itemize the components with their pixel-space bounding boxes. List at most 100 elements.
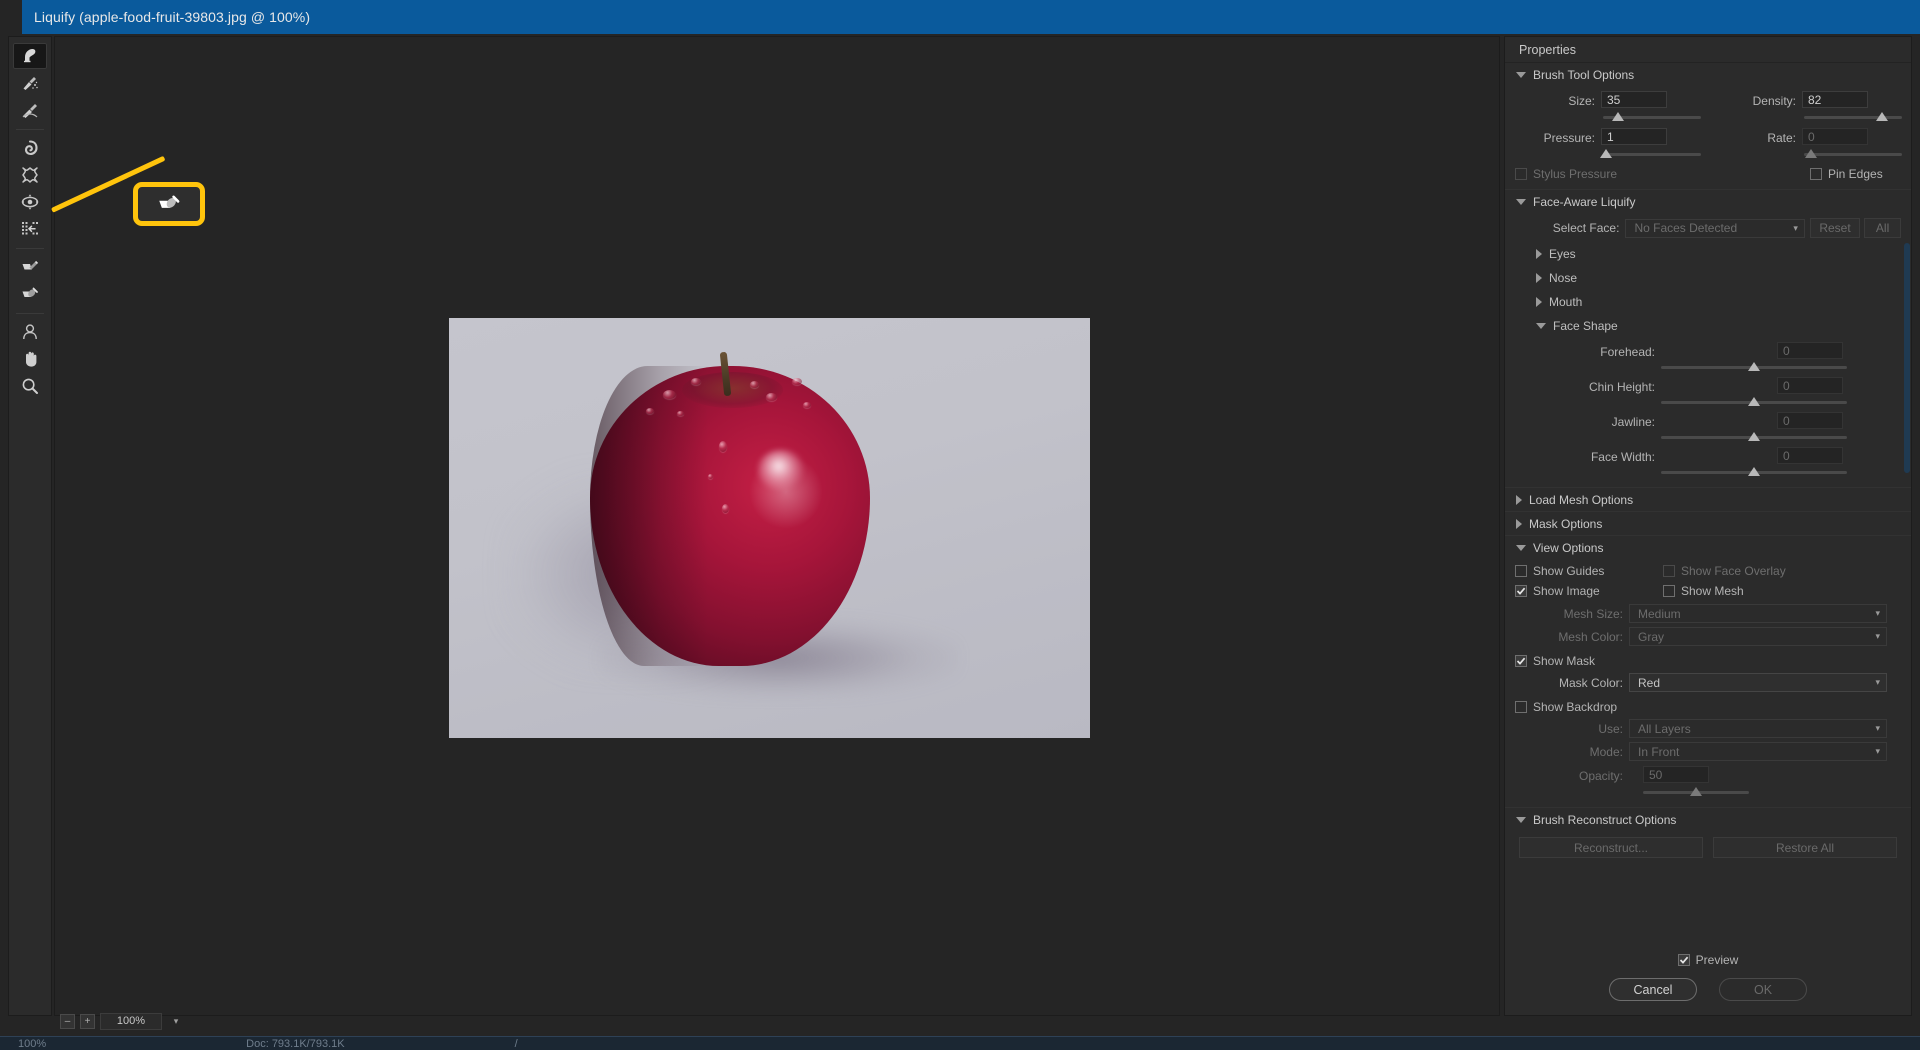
zoom-dropdown-chevron-icon[interactable]: ▾ <box>167 1013 185 1030</box>
show-image-label: Show Image <box>1533 584 1600 598</box>
density-slider[interactable] <box>1804 112 1902 122</box>
reconstruct-button[interactable]: Reconstruct... <box>1519 837 1703 858</box>
canvas-area[interactable] <box>54 36 1500 1016</box>
water-droplet <box>721 504 729 513</box>
mesh-size-dropdown[interactable]: Medium ▾ <box>1629 604 1887 623</box>
size-input[interactable]: 35 <box>1601 91 1667 108</box>
tool-thaw-mask[interactable] <box>13 281 47 307</box>
chin-height-slider[interactable] <box>1661 397 1847 407</box>
section-face-aware-liquify[interactable]: Face-Aware Liquify <box>1505 189 1911 213</box>
subsection-nose[interactable]: Nose <box>1515 268 1901 288</box>
stylus-pressure-label: Stylus Pressure <box>1533 167 1618 181</box>
image-preview[interactable] <box>449 318 1090 738</box>
preview-checkbox[interactable] <box>1677 954 1690 966</box>
show-image-checkbox[interactable] <box>1515 585 1527 597</box>
toolbar-separator <box>16 129 44 130</box>
show-mesh-checkbox[interactable] <box>1663 585 1675 597</box>
backdrop-opacity-slider[interactable] <box>1643 787 1749 797</box>
show-backdrop-checkbox[interactable] <box>1515 701 1527 713</box>
tool-zoom[interactable] <box>13 373 47 399</box>
tool-reconstruct[interactable] <box>13 70 47 96</box>
mask-color-dropdown[interactable]: Red ▾ <box>1629 673 1887 692</box>
section-load-mesh-options[interactable]: Load Mesh Options <box>1505 487 1911 511</box>
water-droplet <box>662 390 676 399</box>
tool-push-left[interactable] <box>13 216 47 242</box>
tool-bloat[interactable] <box>13 189 47 215</box>
reset-face-button[interactable]: Reset <box>1809 218 1861 238</box>
section-brush-tool-options[interactable]: Brush Tool Options <box>1505 63 1911 87</box>
mesh-size-value: Medium <box>1638 606 1681 621</box>
zoom-in-button[interactable]: + <box>80 1013 95 1029</box>
tool-freeze-mask[interactable] <box>13 254 47 280</box>
backdrop-mode-dropdown[interactable]: In Front ▾ <box>1629 742 1887 761</box>
face-width-input[interactable]: 0 <box>1777 447 1843 464</box>
tool-hand[interactable] <box>13 346 47 372</box>
status-bar: 100% Doc: 793.1K/793.1K / <box>0 1036 1920 1050</box>
cancel-button[interactable]: Cancel <box>1609 978 1697 1001</box>
forehead-input[interactable]: 0 <box>1777 342 1843 359</box>
section-title: Face-Aware Liquify <box>1533 194 1636 209</box>
tool-forward-warp[interactable] <box>13 43 47 69</box>
select-face-dropdown[interactable]: No Faces Detected ▾ <box>1625 218 1805 238</box>
show-guides-checkbox[interactable] <box>1515 565 1527 577</box>
jawline-slider[interactable] <box>1661 432 1847 442</box>
show-guides-label: Show Guides <box>1533 564 1605 578</box>
section-title: Brush Tool Options <box>1533 68 1635 82</box>
chevron-down-icon <box>1516 544 1526 551</box>
chevron-down-icon <box>1516 816 1526 823</box>
size-slider[interactable] <box>1603 112 1701 122</box>
subsection-mouth[interactable]: Mouth <box>1515 292 1901 312</box>
zoom-out-button[interactable]: – <box>60 1013 75 1029</box>
preview-label: Preview <box>1695 953 1739 967</box>
liquify-dialog: Liquify (apple-food-fruit-39803.jpg @ 10… <box>0 0 1920 1050</box>
section-mask-options[interactable]: Mask Options <box>1505 511 1911 535</box>
backdrop-use-dropdown[interactable]: All Layers ▾ <box>1629 719 1887 738</box>
size-label: Size: <box>1568 94 1595 108</box>
stylus-pressure-checkbox[interactable] <box>1515 168 1527 180</box>
apple-photo-subject <box>590 351 870 666</box>
rate-input[interactable]: 0 <box>1802 128 1868 145</box>
properties-scrollbar[interactable] <box>1904 243 1910 473</box>
subsection-eyes[interactable]: Eyes <box>1515 244 1901 264</box>
section-view-options[interactable]: View Options <box>1505 535 1911 559</box>
jawline-input[interactable]: 0 <box>1777 412 1843 429</box>
forehead-slider[interactable] <box>1661 362 1847 372</box>
title-bar-left-gutter <box>0 0 22 34</box>
tool-pucker[interactable] <box>13 162 47 188</box>
select-face-row: Select Face: No Faces Detected ▾ Reset A… <box>1515 218 1901 238</box>
face-width-slider[interactable] <box>1661 467 1847 477</box>
select-face-label: Select Face: <box>1552 221 1620 235</box>
ok-button[interactable]: OK <box>1719 978 1807 1001</box>
title-bar: Liquify (apple-food-fruit-39803.jpg @ 10… <box>0 0 1920 34</box>
liquify-toolbar <box>8 36 52 1016</box>
subsection-title: Face Shape <box>1553 319 1618 333</box>
show-mask-checkbox[interactable] <box>1515 655 1527 667</box>
chevron-right-icon <box>1536 297 1542 307</box>
tool-smooth[interactable] <box>13 97 47 123</box>
zoom-level-field[interactable]: 100% <box>100 1012 162 1030</box>
show-face-overlay-checkbox[interactable] <box>1663 565 1675 577</box>
subsection-title: Mouth <box>1549 295 1583 309</box>
section-brush-reconstruct-options[interactable]: Brush Reconstruct Options <box>1505 807 1911 831</box>
pressure-input[interactable]: 1 <box>1601 128 1667 145</box>
backdrop-opacity-input[interactable]: 50 <box>1643 766 1709 783</box>
water-droplet <box>646 408 654 414</box>
show-mask-label: Show Mask <box>1533 654 1596 668</box>
annotation-callout-thaw-mask-tool <box>133 182 205 226</box>
restore-all-button[interactable]: Restore All <box>1713 837 1897 858</box>
chevron-right-icon <box>1516 494 1522 505</box>
properties-footer: Preview Cancel OK <box>1505 953 1911 1015</box>
tool-face[interactable] <box>13 319 47 345</box>
mask-color-label: Mask Color: <box>1558 675 1623 690</box>
backdrop-use-value: All Layers <box>1638 721 1691 736</box>
rate-slider[interactable] <box>1804 149 1902 159</box>
density-input[interactable]: 82 <box>1802 91 1868 108</box>
tool-twirl-clockwise[interactable] <box>13 135 47 161</box>
subsection-face-shape[interactable]: Face Shape <box>1515 316 1901 336</box>
pin-edges-checkbox[interactable] <box>1810 168 1822 180</box>
all-faces-button[interactable]: All <box>1864 218 1901 238</box>
backdrop-mode-label: Mode: <box>1589 744 1623 759</box>
mesh-color-dropdown[interactable]: Gray ▾ <box>1629 627 1887 646</box>
pressure-slider[interactable] <box>1599 149 1701 159</box>
chin-height-input[interactable]: 0 <box>1777 377 1843 394</box>
